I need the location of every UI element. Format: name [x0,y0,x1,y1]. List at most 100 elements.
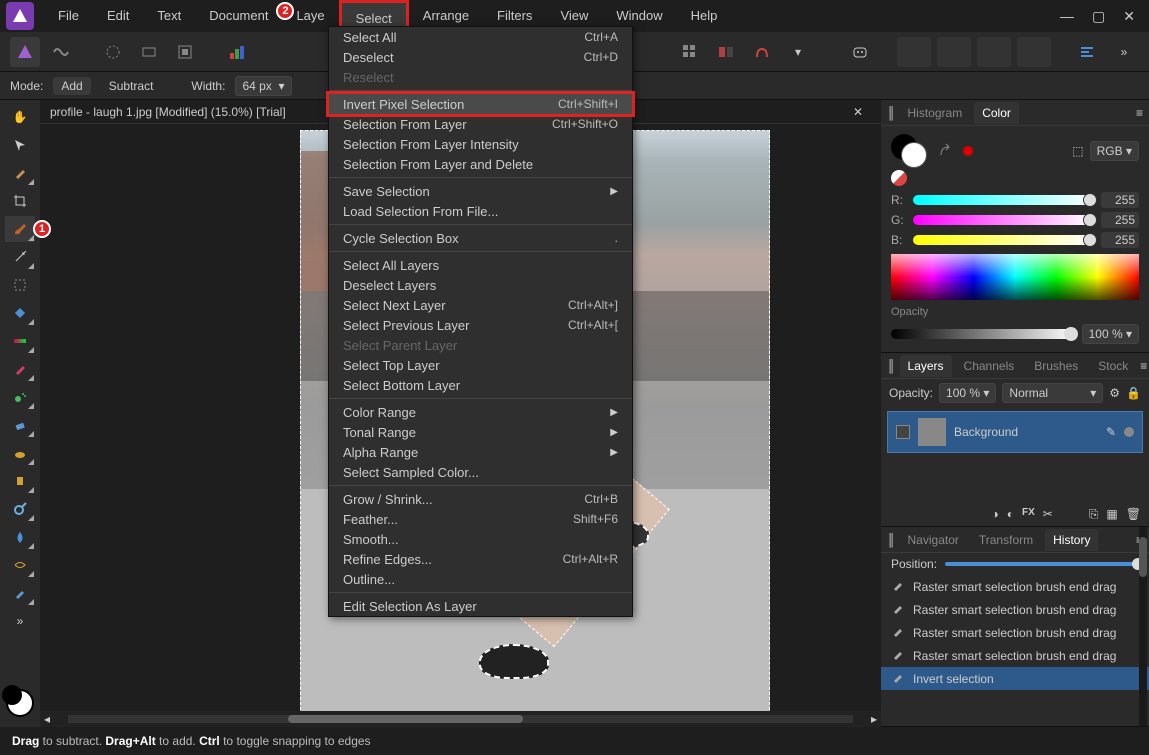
b-value[interactable]: 255 [1101,232,1139,248]
menu-item-select-all[interactable]: Select AllCtrl+A [329,27,632,47]
panel-menu-icon[interactable]: ≡ [1136,106,1143,120]
toolbar-slot-3[interactable] [977,37,1011,67]
toolbar-slot-1[interactable] [897,37,931,67]
history-item[interactable]: Invert selection [881,667,1149,690]
opacity-value[interactable]: 100 % ▾ [1082,324,1139,344]
drag-handle-icon[interactable]: ║ [887,106,896,120]
tab-history[interactable]: History [1045,529,1098,551]
document-tab-close[interactable]: ✕ [853,105,871,119]
tool-gradient[interactable] [5,328,35,354]
panel-menu-icon[interactable]: ≡ [1140,359,1147,373]
mode-subtract[interactable]: Subtract [101,77,162,95]
lock-icon[interactable]: 🔒 [1126,386,1141,400]
mode-add[interactable]: Add [53,77,90,95]
tool-dodge[interactable] [5,496,35,522]
layer-row[interactable]: Background ✎ [887,411,1143,453]
menu-help[interactable]: Help [677,0,732,32]
tool-crop[interactable] [5,188,35,214]
menu-item-alpha-range[interactable]: Alpha Range▶ [329,442,632,462]
menu-item-select-bottom-layer[interactable]: Select Bottom Layer [329,375,632,395]
menu-item-select-next-layer[interactable]: Select Next LayerCtrl+Alt+] [329,295,632,315]
toolbar-slot-4[interactable] [1017,37,1051,67]
menu-file[interactable]: File [44,0,93,32]
layer-opacity-value[interactable]: 100 % ▾ [939,383,996,403]
tab-brushes[interactable]: Brushes [1026,355,1086,377]
tab-stock[interactable]: Stock [1090,355,1136,377]
tool-hand[interactable]: ✋ [5,104,35,130]
tab-transform[interactable]: Transform [971,529,1041,551]
menu-item-deselect-layers[interactable]: Deselect Layers [329,275,632,295]
crop-layer-icon[interactable]: ✂ [1043,507,1053,522]
tab-histogram[interactable]: Histogram [900,102,971,124]
tool-marquee[interactable] [5,272,35,298]
menu-item-tonal-range[interactable]: Tonal Range▶ [329,422,632,442]
layer-visibility-checkbox[interactable] [896,425,910,439]
history-item[interactable]: Raster smart selection brush end drag [881,575,1149,598]
menu-item-selection-from-layer[interactable]: Selection From LayerCtrl+Shift+O [329,114,632,134]
menu-item-select-previous-layer[interactable]: Select Previous LayerCtrl+Alt+[ [329,315,632,335]
g-value[interactable]: 255 [1101,212,1139,228]
toolbar-grid-icon[interactable] [675,37,705,67]
toolbar-dropdown[interactable]: ▾ [783,37,813,67]
menu-item-invert-pixel-selection[interactable]: Invert Pixel SelectionCtrl+Shift+I [329,94,632,114]
menu-item-edit-selection-as-layer[interactable]: Edit Selection As Layer [329,596,632,616]
b-slider[interactable] [913,235,1093,245]
menu-item-smooth-[interactable]: Smooth... [329,529,632,549]
opacity-slider[interactable] [891,329,1074,339]
menu-item-save-selection[interactable]: Save Selection▶ [329,181,632,201]
drag-handle-icon[interactable]: ║ [887,533,896,547]
adjust-icon[interactable]: ◐ [1007,507,1014,522]
menu-item-select-sampled-color-[interactable]: Select Sampled Color... [329,462,632,482]
layer-edit-icon[interactable]: ✎ [1106,425,1116,439]
menu-item-select-all-layers[interactable]: Select All Layers [329,255,632,275]
tab-color[interactable]: Color [974,102,1019,124]
menu-text[interactable]: Text [143,0,195,32]
tool-blur[interactable] [5,524,35,550]
tool-mesh[interactable] [5,552,35,578]
toolbar-btn-1[interactable] [98,37,128,67]
none-color-icon[interactable] [891,170,907,186]
menu-item-deselect[interactable]: DeselectCtrl+D [329,47,632,67]
tool-inpaint[interactable] [5,468,35,494]
maximize-button[interactable]: ▢ [1092,8,1105,25]
menu-document[interactable]: Document [195,0,282,32]
tab-channels[interactable]: Channels [956,355,1023,377]
menu-item-selection-from-layer-and-delete[interactable]: Selection From Layer and Delete [329,154,632,174]
tool-more[interactable]: » [5,608,35,634]
minimize-button[interactable]: — [1060,8,1074,25]
menu-item-cycle-selection-box[interactable]: Cycle Selection Box. [329,228,632,248]
tool-clone[interactable] [5,440,35,466]
toolbar-snap-icon[interactable] [747,37,777,67]
menu-item-select-top-layer[interactable]: Select Top Layer [329,355,632,375]
toolbar-btn-2[interactable] [134,37,164,67]
history-position-slider[interactable] [945,562,1139,566]
group-icon[interactable]: ▦ [1106,507,1117,522]
g-slider[interactable] [913,215,1093,225]
menu-item-selection-from-layer-intensity[interactable]: Selection From Layer Intensity [329,134,632,154]
history-scrollbar[interactable] [1139,527,1147,726]
history-item[interactable]: Raster smart selection brush end drag [881,621,1149,644]
menu-item-feather-[interactable]: Feather...Shift+F6 [329,509,632,529]
menu-item-load-selection-from-file-[interactable]: Load Selection From File... [329,201,632,221]
align-icon[interactable] [1073,37,1103,67]
tool-color-picker[interactable] [5,160,35,186]
menu-item-grow-shrink-[interactable]: Grow / Shrink...Ctrl+B [329,489,632,509]
tool-move[interactable] [5,132,35,158]
tool-spray[interactable] [5,384,35,410]
blend-mode-dropdown[interactable]: Normal ▾ [1002,383,1103,403]
swap-colors-icon[interactable] [937,141,957,161]
tab-navigator[interactable]: Navigator [900,529,967,551]
hue-picker[interactable] [891,254,1139,300]
toolbar-more[interactable]: » [1109,37,1139,67]
gear-icon[interactable]: ⚙ [1109,386,1120,400]
liquify-persona-icon[interactable] [46,37,76,67]
history-item[interactable]: Raster smart selection brush end drag [881,598,1149,621]
width-dropdown[interactable]: 64 px ▾ [235,76,291,96]
menu-item-color-range[interactable]: Color Range▶ [329,402,632,422]
menu-item-outline-[interactable]: Outline... [329,569,632,589]
horizontal-scrollbar[interactable]: ◂ ▸ [40,711,881,727]
tool-paint-brush[interactable] [5,356,35,382]
toolbar-btn-3[interactable] [170,37,200,67]
menu-edit[interactable]: Edit [93,0,143,32]
assistant-icon[interactable] [845,37,875,67]
